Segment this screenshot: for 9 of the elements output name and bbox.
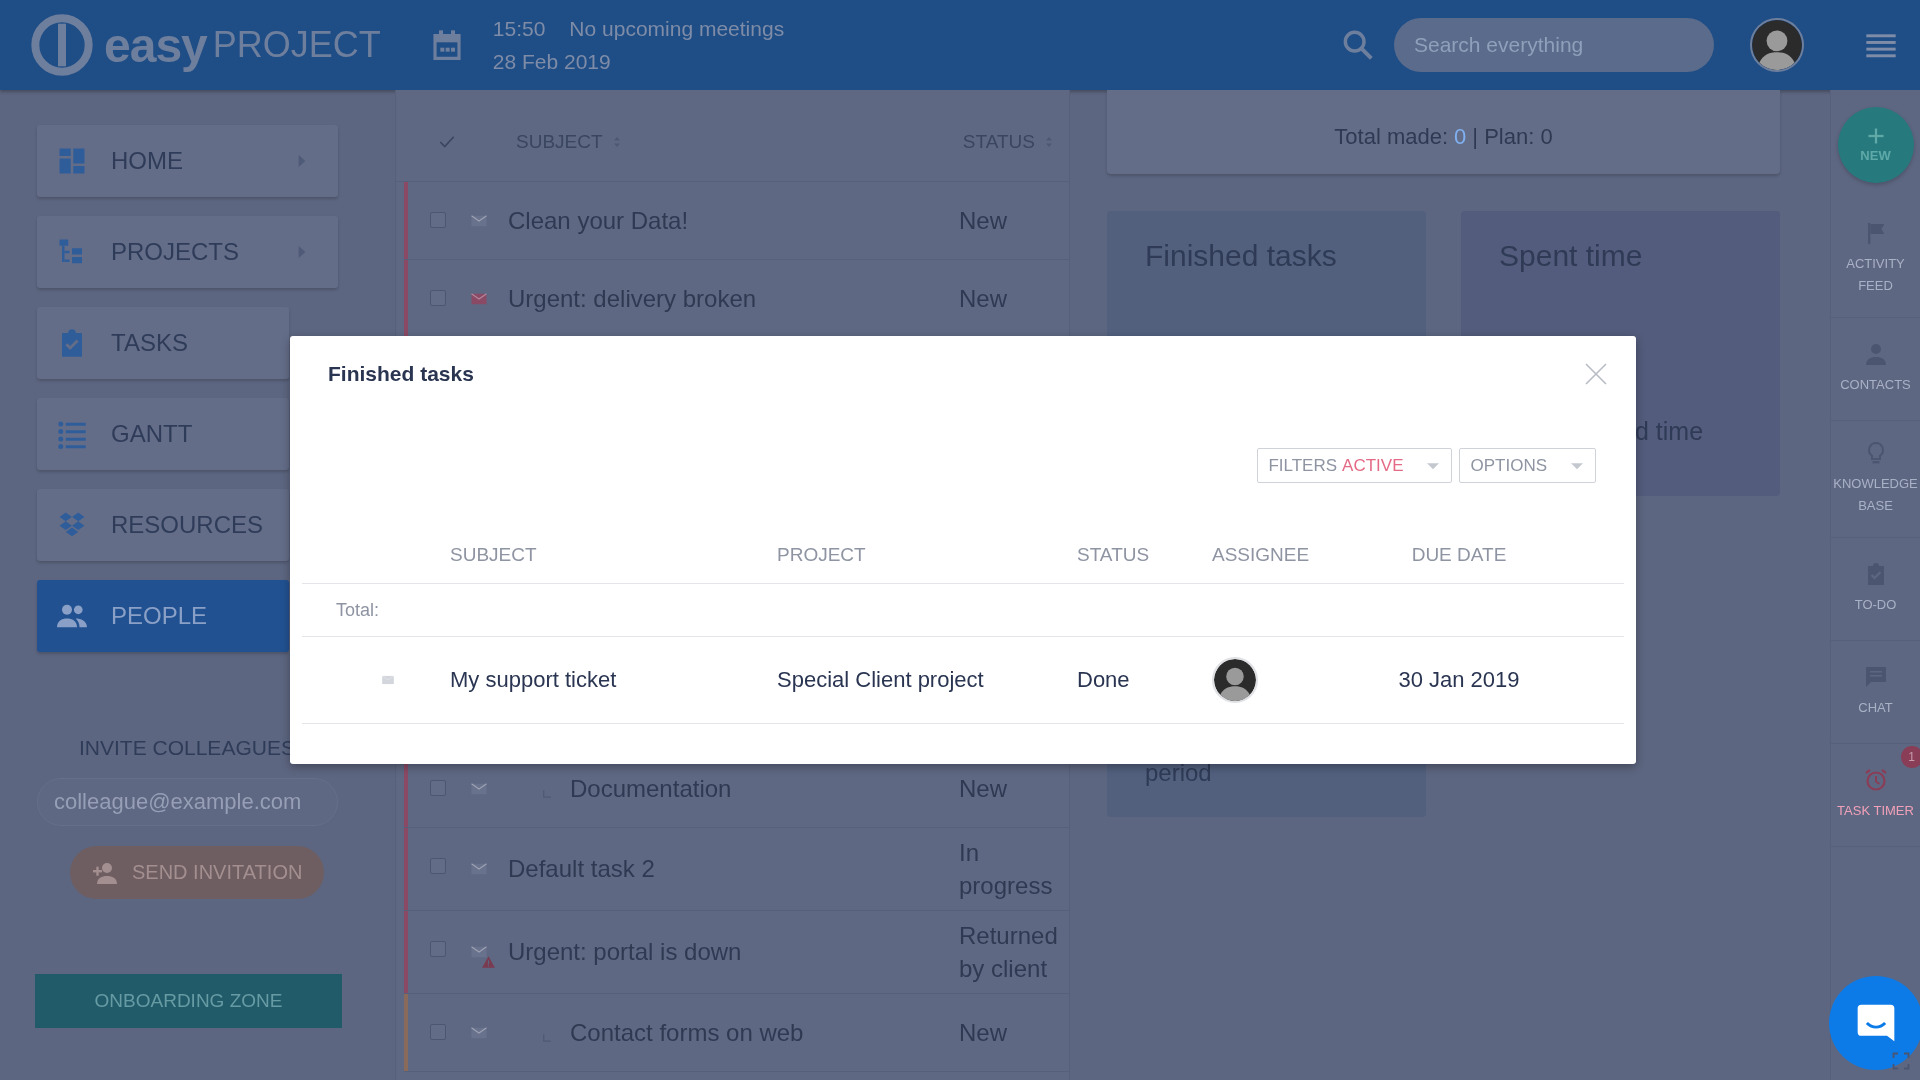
logo-text: PROJECT — [212, 24, 381, 66]
modal-title: Finished tasks — [328, 362, 474, 386]
count-badge: 1 — [1900, 746, 1920, 768]
task-status: Done — [1077, 667, 1130, 692]
logo-text: easy — [104, 17, 207, 73]
current-date: 28 Feb 2019 — [492, 49, 612, 75]
due-date: 30 Jan 2019 — [1398, 667, 1520, 692]
clock-time: 15:50 — [492, 17, 546, 40]
total-label: Total: — [336, 599, 380, 620]
